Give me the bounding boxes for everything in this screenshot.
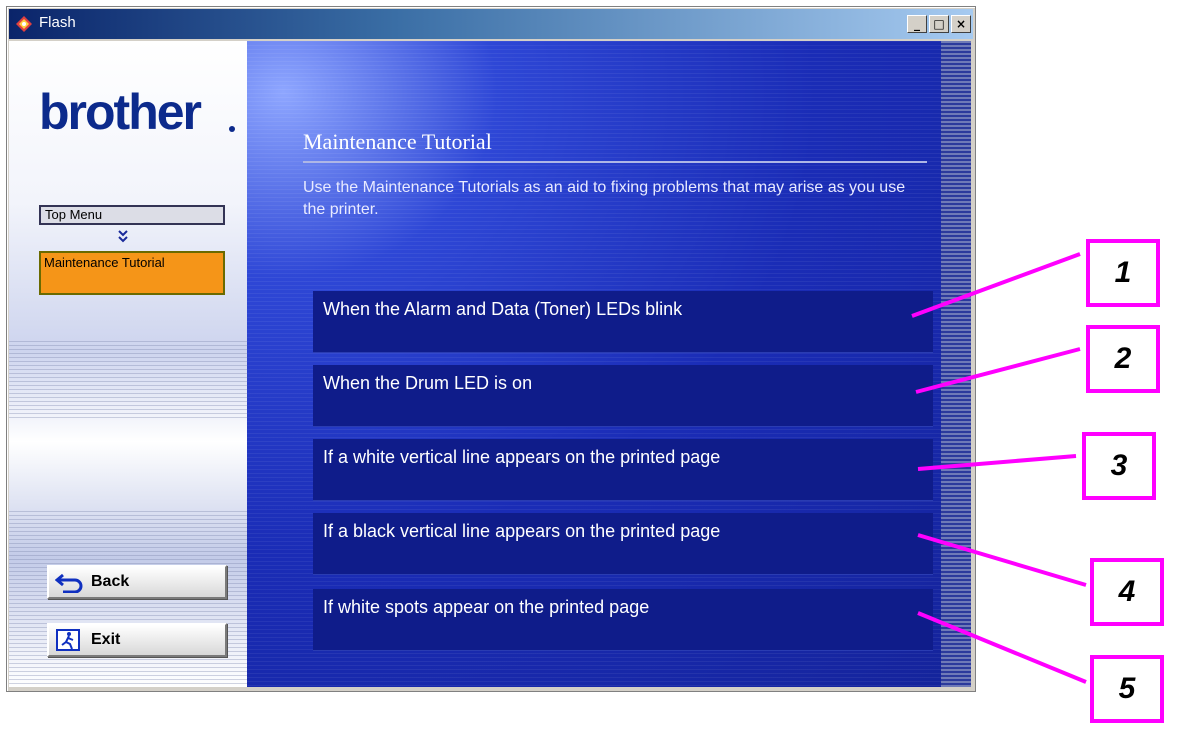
- maximize-button[interactable]: □: [929, 15, 949, 33]
- callout-5: 5: [1090, 655, 1164, 723]
- callout-2: 2: [1086, 325, 1160, 393]
- right-edge-stripes: [941, 41, 971, 687]
- callout-3: 3: [1082, 432, 1156, 500]
- logo-dot: [229, 126, 235, 132]
- nav-top-menu[interactable]: Top Menu: [39, 205, 225, 225]
- page-description: Use the Maintenance Tutorials as an aid …: [303, 179, 906, 218]
- minimize-button[interactable]: _: [907, 15, 927, 33]
- title-bar[interactable]: Flash _ □ ×: [9, 9, 973, 39]
- tutorial-item-drum-led[interactable]: When the Drum LED is on: [313, 365, 933, 427]
- app-window: Flash _ □ × brother Top Menu Maintenance…: [6, 6, 976, 692]
- sidebar-stripes: [9, 341, 247, 421]
- tutorial-item-white-vertical-line[interactable]: If a white vertical line appears on the …: [313, 439, 933, 501]
- back-button[interactable]: Back: [47, 565, 227, 599]
- back-arrow-icon: [55, 573, 83, 593]
- nav-current-page[interactable]: Maintenance Tutorial: [39, 251, 225, 295]
- tutorial-item-white-spots[interactable]: If white spots appear on the printed pag…: [313, 589, 933, 651]
- sidebar: brother Top Menu Maintenance Tutorial Ba…: [9, 41, 247, 687]
- client-area: brother Top Menu Maintenance Tutorial Ba…: [9, 41, 971, 687]
- title-divider: [303, 161, 927, 163]
- brother-logo: brother: [39, 84, 202, 140]
- page-title: Maintenance Tutorial: [303, 129, 492, 154]
- tutorial-item-alarm-data-leds[interactable]: When the Alarm and Data (Toner) LEDs bli…: [313, 291, 933, 353]
- main-panel: Maintenance Tutorial Use the Maintenance…: [247, 41, 971, 687]
- exit-button-label: Exit: [91, 631, 121, 648]
- close-button[interactable]: ×: [951, 15, 971, 33]
- callout-4: 4: [1090, 558, 1164, 626]
- back-button-label: Back: [91, 573, 130, 590]
- tutorial-item-black-vertical-line[interactable]: If a black vertical line appears on the …: [313, 513, 933, 575]
- window-title: Flash: [39, 14, 76, 31]
- flash-icon: [16, 16, 32, 32]
- callout-1: 1: [1086, 239, 1160, 307]
- double-chevron-down-icon: [118, 230, 128, 243]
- sidebar-stripes: [9, 511, 247, 687]
- exit-button[interactable]: Exit: [47, 623, 227, 657]
- exit-icon: [56, 629, 80, 651]
